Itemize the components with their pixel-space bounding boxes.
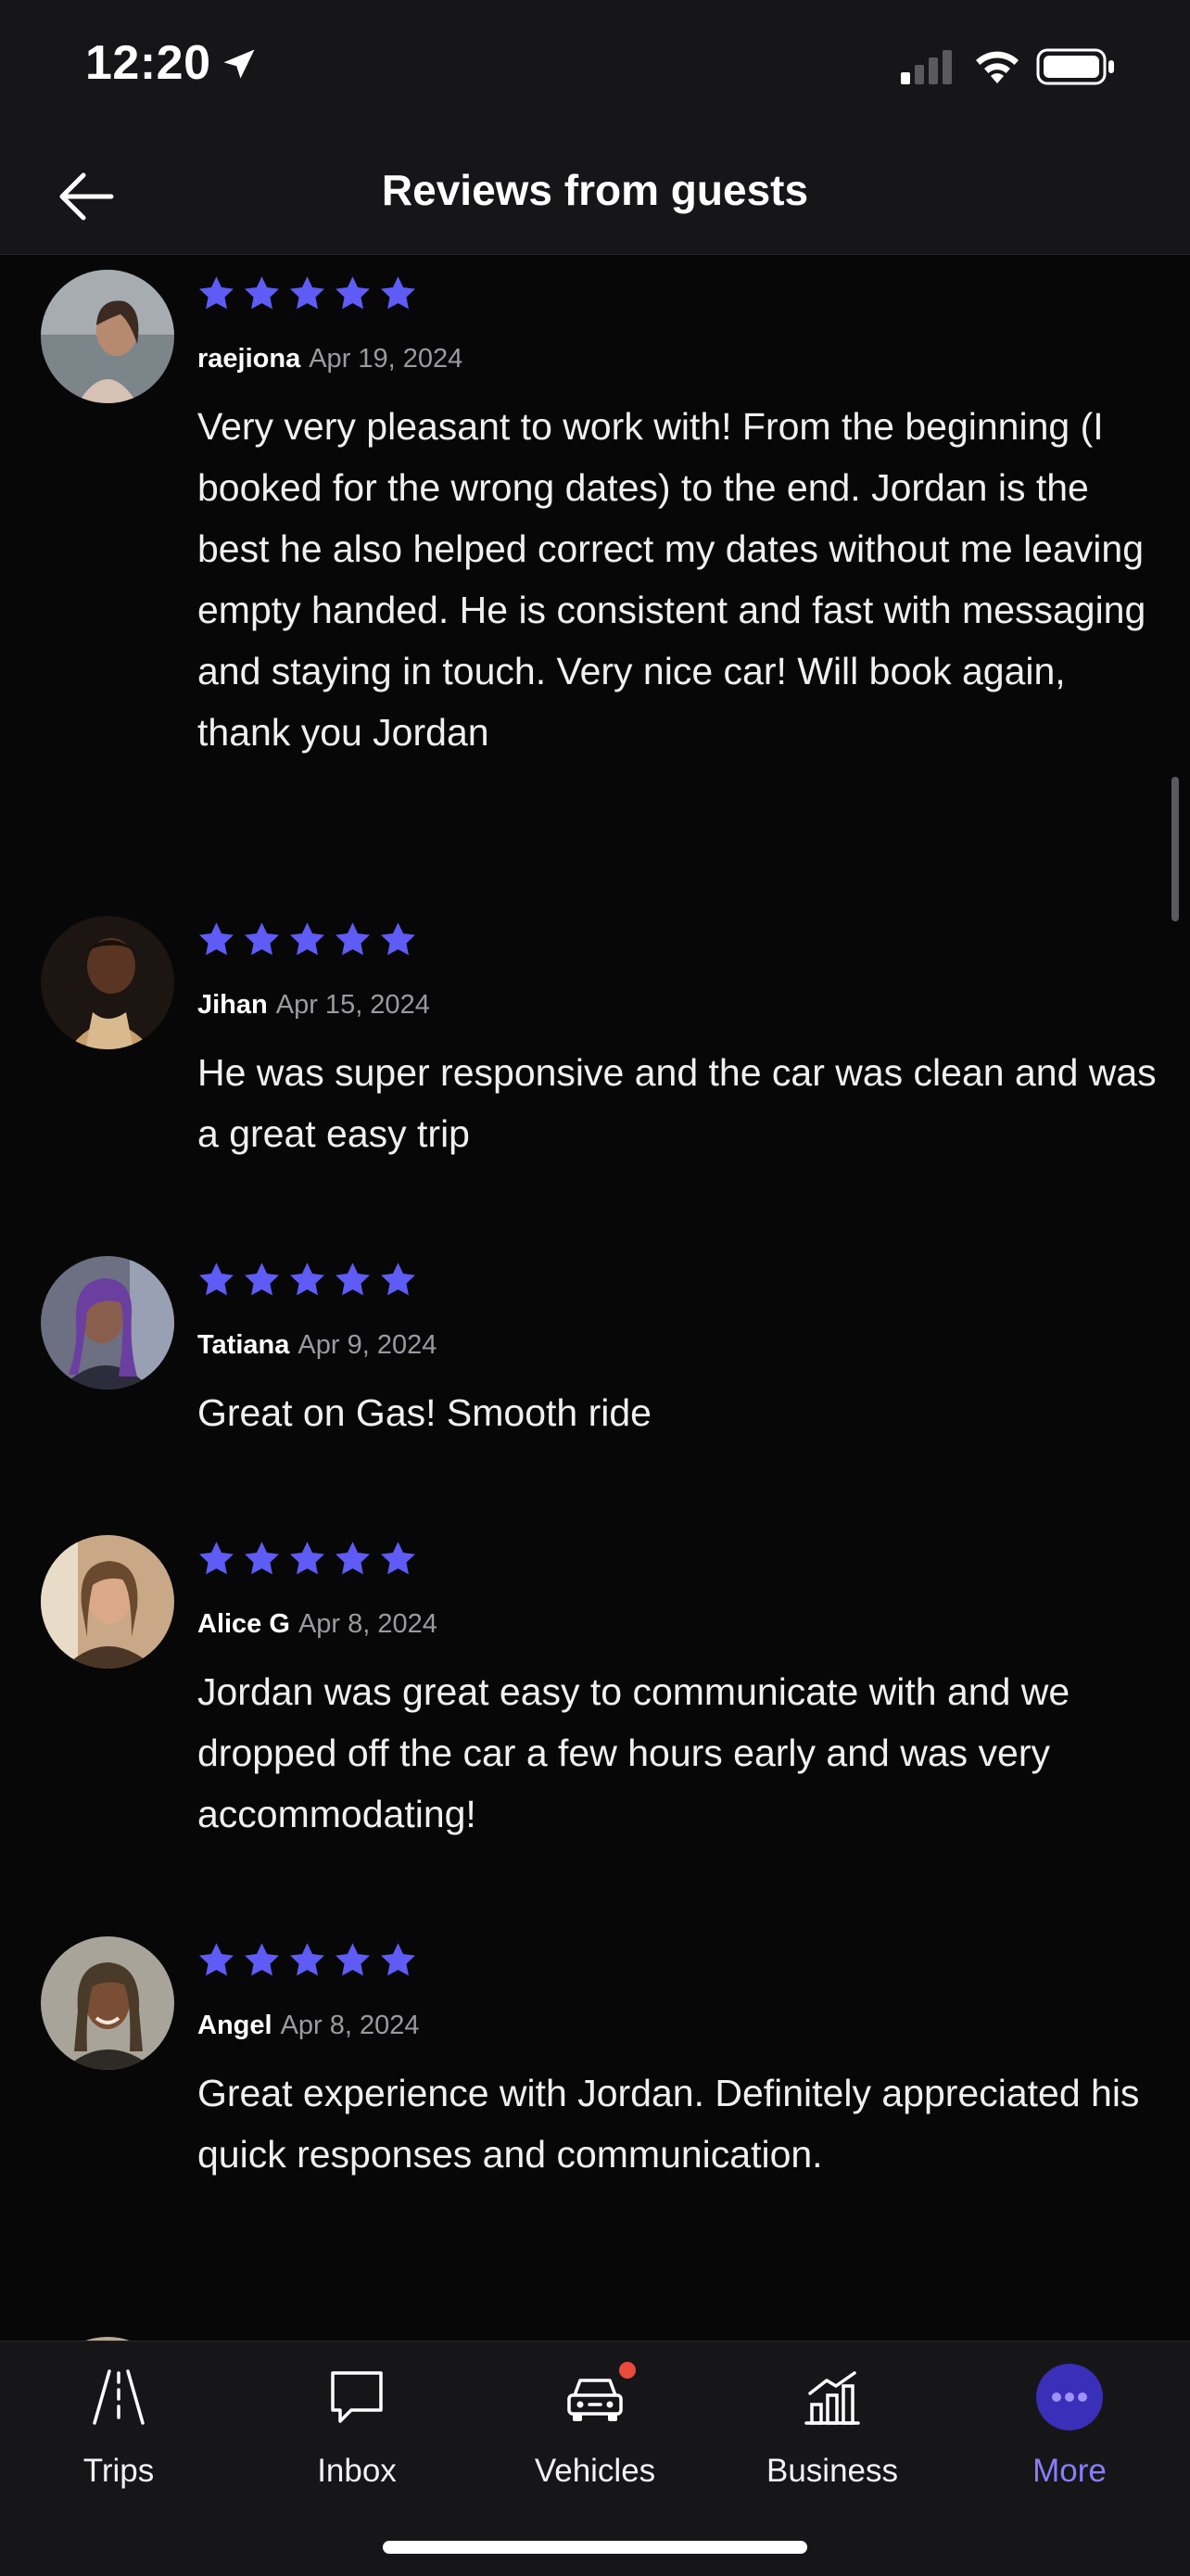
reviewer-name[interactable]: Alice G [197,1609,290,1639]
navigation-header: Reviews from guests [0,139,1190,255]
reviewer-name[interactable]: raejiona [197,344,300,374]
star-icon [287,1260,327,1300]
star-icon [242,273,282,313]
star-rating [196,1260,418,1300]
tab-business[interactable]: Business [730,2341,934,2527]
review-date: Apr 9, 2024 [298,1330,437,1360]
review-text: He was super responsive and the car was … [197,1051,1157,1155]
star-icon [333,273,373,313]
tab-label: Trips [82,2453,155,2489]
reviewer-name[interactable]: Angel [197,2011,272,2040]
review-text: Jordan was great easy to communicate wit… [197,1670,1070,1835]
star-icon [287,273,327,313]
road-icon [93,2369,145,2425]
location-arrow-icon [223,49,255,79]
star-icon [378,1260,418,1300]
review-date: Apr 8, 2024 [280,2011,420,2040]
reviewer-name[interactable]: Tatiana [197,1330,289,1360]
review-text: Great experience with Jordan. Definitely… [197,2072,1140,2176]
star-icon [242,1539,282,1579]
review-meta: Tatiana Apr 9, 2024 [197,1330,437,1361]
reviews-list[interactable]: raejiona Apr 19, 2024 Very very pleasant … [0,255,1190,2341]
tab-label: More [1032,2453,1107,2489]
reviewer-avatar[interactable] [41,1256,174,1390]
star-icon [196,920,236,959]
star-icon [333,1539,373,1579]
review-meta: Alice G Apr 8, 2024 [197,1609,437,1640]
wifi-icon [976,51,1019,83]
star-icon [378,1539,418,1579]
scrollbar[interactable] [1171,777,1179,921]
tab-inbox[interactable]: Inbox [255,2341,459,2527]
battery-icon [1036,48,1114,85]
star-icon [378,273,418,313]
bar-chart-icon [804,2371,860,2425]
review-meta: Angel Apr 8, 2024 [197,2011,420,2041]
star-icon [196,1539,236,1579]
star-icon [333,1260,373,1300]
review-meta: Jihan Apr 15, 2024 [197,990,430,1021]
cellular-signal-icon [901,50,952,84]
review-date: Apr 15, 2024 [275,990,430,1020]
star-icon [196,1260,236,1300]
star-icon [287,1539,327,1579]
status-bar: 12:20 [0,0,1190,139]
home-indicator [383,2541,807,2554]
review-meta: raejiona Apr 19, 2024 [197,344,462,374]
star-icon [378,920,418,959]
review-text: Great on Gas! Smooth ride [197,1391,652,1434]
status-time: 12:20 [85,36,211,90]
more-dots-icon [1036,2364,1103,2430]
star-icon [196,273,236,313]
reviewer-avatar[interactable] [41,1936,174,2070]
star-icon [242,920,282,959]
review-date: Apr 8, 2024 [298,1609,437,1639]
page-title: Reviews from guests [381,166,809,214]
star-rating [196,273,418,313]
reviewer-avatar[interactable] [41,270,174,403]
star-icon [333,1940,373,1980]
star-rating [196,1539,418,1579]
tab-label: Vehicles [534,2453,656,2489]
tab-more[interactable]: More [968,2341,1171,2527]
star-icon [378,1940,418,1980]
notification-badge [619,2362,636,2379]
review-date: Apr 19, 2024 [309,344,463,374]
tab-label: Business [766,2453,899,2489]
star-icon [287,1940,327,1980]
reviewer-avatar[interactable] [41,916,174,1049]
reviewer-name[interactable]: Jihan [197,990,268,1020]
star-icon [242,1260,282,1300]
star-rating [196,1940,418,1980]
reviewer-avatar[interactable] [41,1535,174,1669]
tab-vehicles[interactable]: Vehicles [493,2341,697,2527]
tab-trips[interactable]: Trips [17,2341,221,2527]
star-icon [242,1940,282,1980]
review-text: Very very pleasant to work with! From th… [197,405,1146,754]
chat-bubble-icon [331,2371,383,2423]
tab-label: Inbox [317,2453,397,2489]
star-rating [196,920,418,959]
star-icon [196,1940,236,1980]
star-icon [287,920,327,959]
star-icon [333,920,373,959]
